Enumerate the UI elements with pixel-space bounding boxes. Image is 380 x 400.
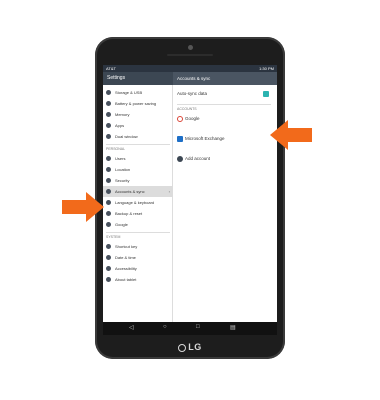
settings-item-about[interactable]: About tablet bbox=[103, 274, 173, 285]
security-icon bbox=[106, 178, 111, 183]
settings-item-storage[interactable]: Storage & USB bbox=[103, 87, 173, 98]
battery-icon bbox=[106, 101, 111, 106]
settings-item-label: Security bbox=[115, 178, 130, 183]
settings-item-label: Language & keyboard bbox=[115, 200, 155, 205]
settings-item-label: Dual window bbox=[115, 134, 138, 139]
autosync-row[interactable]: Auto-sync data bbox=[173, 87, 277, 101]
settings-item-language[interactable]: Language & keyboard bbox=[103, 197, 173, 208]
brand-text: LG bbox=[188, 342, 202, 352]
account-label: Microsoft Exchange bbox=[185, 136, 225, 141]
section-header-personal: PERSONAL bbox=[106, 144, 170, 151]
pointer-arrow-right-icon bbox=[270, 120, 288, 150]
add-account-button[interactable]: Add account bbox=[173, 152, 277, 166]
account-item-google[interactable]: Google bbox=[173, 112, 277, 126]
settings-item-label: Users bbox=[115, 156, 126, 161]
settings-item-label: Battery & power saving bbox=[115, 101, 157, 106]
settings-item-label: Storage & USB bbox=[115, 90, 143, 95]
nav-bar: ◁ ○ □ ▤ bbox=[103, 322, 277, 335]
settings-item-label: Accounts & sync bbox=[115, 189, 145, 194]
settings-item-label: About tablet bbox=[115, 277, 137, 282]
plus-icon bbox=[177, 156, 183, 162]
screen: AT&T 1:30 PM Settings Storage & USB Batt… bbox=[103, 65, 277, 335]
tablet-frame: AT&T 1:30 PM Settings Storage & USB Batt… bbox=[95, 37, 285, 359]
storage-icon bbox=[106, 90, 111, 95]
google-icon bbox=[106, 222, 111, 227]
settings-item-label: Memory bbox=[115, 112, 130, 117]
settings-item-label: Apps bbox=[115, 123, 125, 128]
settings-item-label: Date & time bbox=[115, 255, 136, 260]
location-icon bbox=[106, 167, 111, 172]
settings-item-label: Backup & reset bbox=[115, 211, 143, 216]
back-icon[interactable]: ◁ bbox=[129, 324, 134, 331]
pointer-arrow-left-body bbox=[62, 200, 86, 214]
menu-icon[interactable]: ▤ bbox=[230, 324, 236, 331]
chevron-right-icon: › bbox=[168, 189, 170, 194]
settings-item-label: Shortcut key bbox=[115, 244, 138, 249]
speaker-grille bbox=[167, 54, 213, 56]
settings-item-accessibility[interactable]: Accessibility bbox=[103, 263, 173, 274]
accounts-icon bbox=[106, 189, 111, 194]
brand-logo: LG bbox=[95, 342, 285, 352]
carrier-label: AT&T bbox=[106, 66, 116, 71]
settings-item-google[interactable]: Google bbox=[103, 219, 173, 230]
exchange-icon bbox=[177, 136, 183, 142]
autosync-label: Auto-sync data bbox=[177, 91, 208, 96]
section-header-accounts: ACCOUNTS bbox=[177, 104, 271, 111]
account-item-exchange[interactable]: Microsoft Exchange bbox=[173, 132, 277, 146]
autosync-checkbox[interactable] bbox=[263, 91, 269, 97]
clock-icon bbox=[106, 255, 111, 260]
account-label: Google bbox=[185, 116, 200, 121]
dual-window-icon bbox=[106, 134, 111, 139]
settings-item-date-time[interactable]: Date & time bbox=[103, 252, 173, 263]
settings-item-security[interactable]: Security bbox=[103, 175, 173, 186]
clock: 1:30 PM bbox=[259, 66, 274, 71]
settings-item-memory[interactable]: Memory bbox=[103, 109, 173, 120]
app-title: Settings bbox=[107, 75, 126, 81]
settings-item-label: Accessibility bbox=[115, 266, 137, 271]
detail-pane: Accounts & sync Auto-sync data ACCOUNTS … bbox=[173, 72, 277, 322]
settings-item-backup[interactable]: Backup & reset bbox=[103, 208, 173, 219]
lg-ring-icon bbox=[178, 343, 187, 352]
front-camera bbox=[188, 45, 193, 50]
add-account-label: Add account bbox=[185, 156, 211, 161]
home-icon[interactable]: ○ bbox=[163, 324, 167, 330]
pointer-arrow-right-body bbox=[288, 128, 312, 142]
settings-item-label: Google bbox=[115, 222, 128, 227]
memory-icon bbox=[106, 112, 111, 117]
settings-item-location[interactable]: Location bbox=[103, 164, 173, 175]
settings-item-apps[interactable]: Apps bbox=[103, 120, 173, 131]
google-logo-icon bbox=[177, 116, 183, 122]
settings-list: Storage & USB Battery & power saving Mem… bbox=[103, 85, 173, 322]
accessibility-icon bbox=[106, 266, 111, 271]
info-icon bbox=[106, 277, 111, 282]
detail-title: Accounts & sync bbox=[173, 72, 277, 85]
language-icon bbox=[106, 200, 111, 205]
settings-item-label: Location bbox=[115, 167, 131, 172]
backup-icon bbox=[106, 211, 111, 216]
apps-icon bbox=[106, 123, 111, 128]
settings-item-dual-window[interactable]: Dual window bbox=[103, 131, 173, 142]
pointer-arrow-left-icon bbox=[86, 192, 104, 222]
status-bar: AT&T 1:30 PM bbox=[103, 65, 277, 72]
settings-item-users[interactable]: Users bbox=[103, 153, 173, 164]
settings-item-shortcut-key[interactable]: Shortcut key bbox=[103, 241, 173, 252]
recents-icon[interactable]: □ bbox=[196, 324, 200, 330]
shortcut-icon bbox=[106, 244, 111, 249]
settings-item-accounts-sync[interactable]: Accounts & sync › bbox=[103, 186, 173, 197]
users-icon bbox=[106, 156, 111, 161]
section-header-system: SYSTEM bbox=[106, 232, 170, 239]
settings-item-battery[interactable]: Battery & power saving bbox=[103, 98, 173, 109]
